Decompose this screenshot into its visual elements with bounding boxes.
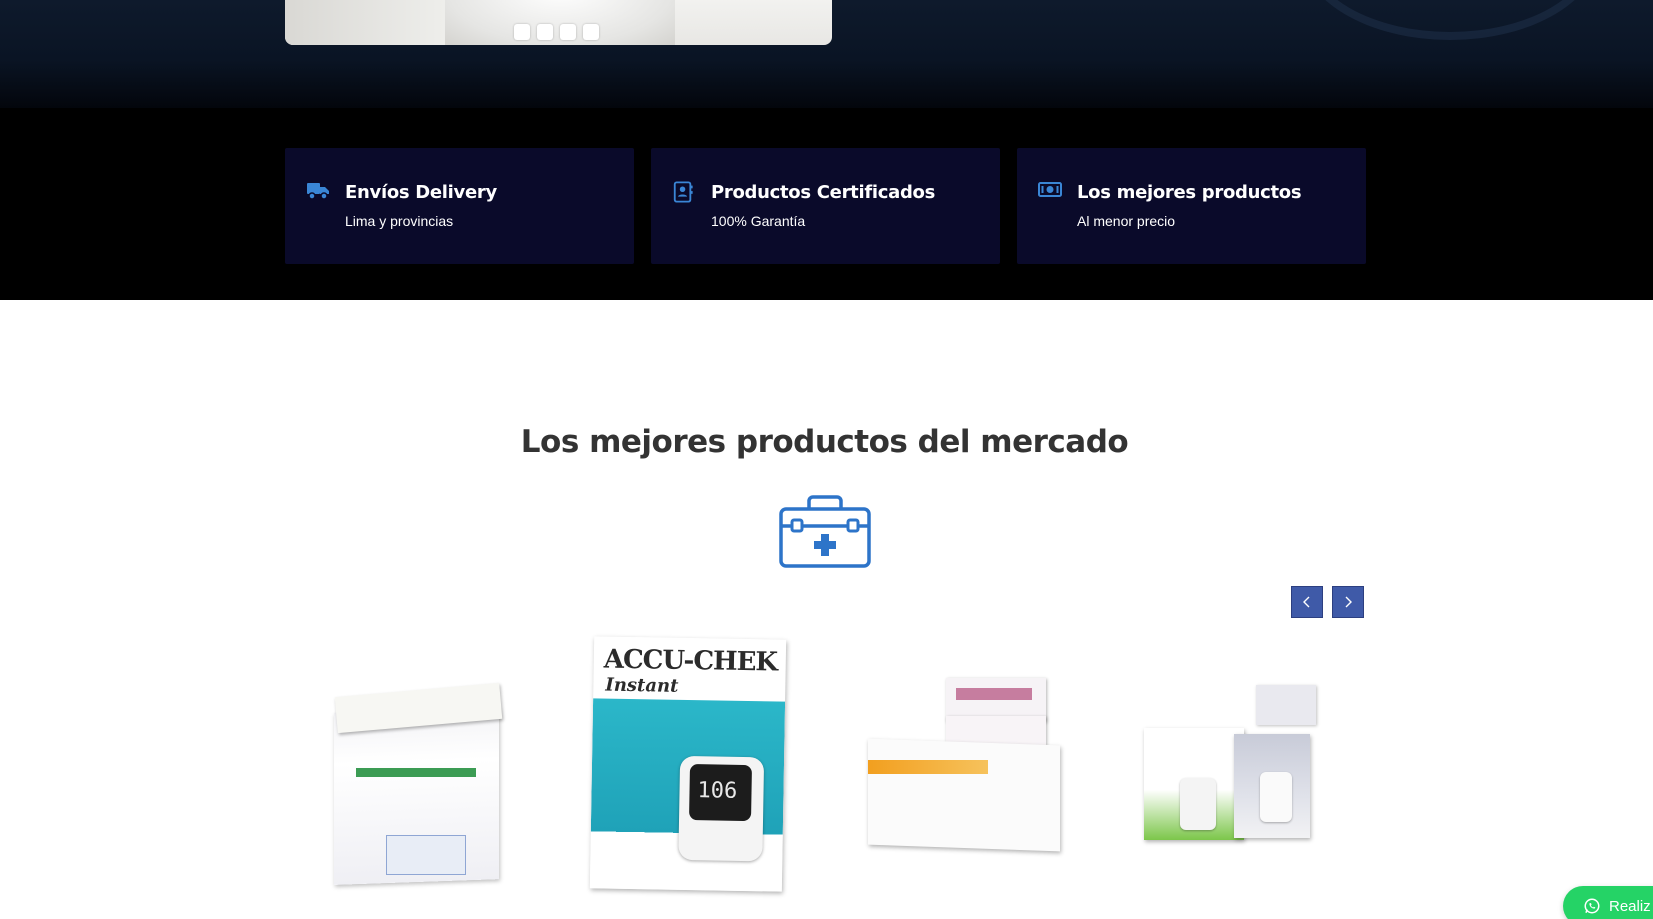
truck-icon xyxy=(306,180,330,202)
feature-certified: Productos Certificados 100% Garantía xyxy=(651,148,1000,264)
product-card-vivachek[interactable] xyxy=(1132,630,1330,892)
slider-dot-1[interactable] xyxy=(514,24,530,40)
medical-kit-icon xyxy=(778,495,872,569)
carousel-next-button[interactable] xyxy=(1332,586,1364,618)
slider-dot-3[interactable] xyxy=(560,24,576,40)
slider-pagination xyxy=(514,24,599,40)
feature-subtitle: Al menor precio xyxy=(1077,213,1176,229)
certificate-icon xyxy=(672,180,696,203)
product-image: ACCU-CHEK Instant 106 xyxy=(589,636,787,892)
section-title: Los mejores productos del mercado xyxy=(520,424,1129,460)
hero-section xyxy=(0,0,1653,108)
product-model: Instant xyxy=(605,674,679,697)
money-icon xyxy=(1038,180,1062,202)
hero-decoration xyxy=(1300,0,1600,40)
feature-subtitle: Lima y provincias xyxy=(345,213,454,229)
feature-delivery: Envíos Delivery Lima y provincias xyxy=(285,148,634,264)
product-card-hcg-test[interactable] xyxy=(850,630,1080,892)
carousel-prev-button[interactable] xyxy=(1291,586,1323,618)
feature-title: Envíos Delivery xyxy=(345,182,497,203)
feature-title: Productos Certificados xyxy=(711,182,936,203)
meter-reading: 106 xyxy=(697,778,738,804)
feature-title: Los mejores productos xyxy=(1077,182,1302,203)
whatsapp-icon xyxy=(1584,898,1600,914)
chevron-right-icon xyxy=(1345,596,1352,608)
feature-subtitle: 100% Garantía xyxy=(711,213,806,229)
chevron-left-icon xyxy=(1303,596,1310,608)
whatsapp-button[interactable]: Realiz xyxy=(1563,886,1653,919)
slider-dot-2[interactable] xyxy=(537,24,553,40)
product-card-accu-chek[interactable]: ACCU-CHEK Instant 106 xyxy=(572,630,802,892)
product-brand: ACCU-CHEK xyxy=(603,644,778,678)
product-card-tongue-depressor[interactable] xyxy=(316,630,514,892)
feature-best-products: Los mejores productos Al menor precio xyxy=(1017,148,1366,264)
slider-dot-4[interactable] xyxy=(583,24,599,40)
whatsapp-label: Realiz xyxy=(1609,897,1651,915)
product-image xyxy=(1256,685,1316,725)
